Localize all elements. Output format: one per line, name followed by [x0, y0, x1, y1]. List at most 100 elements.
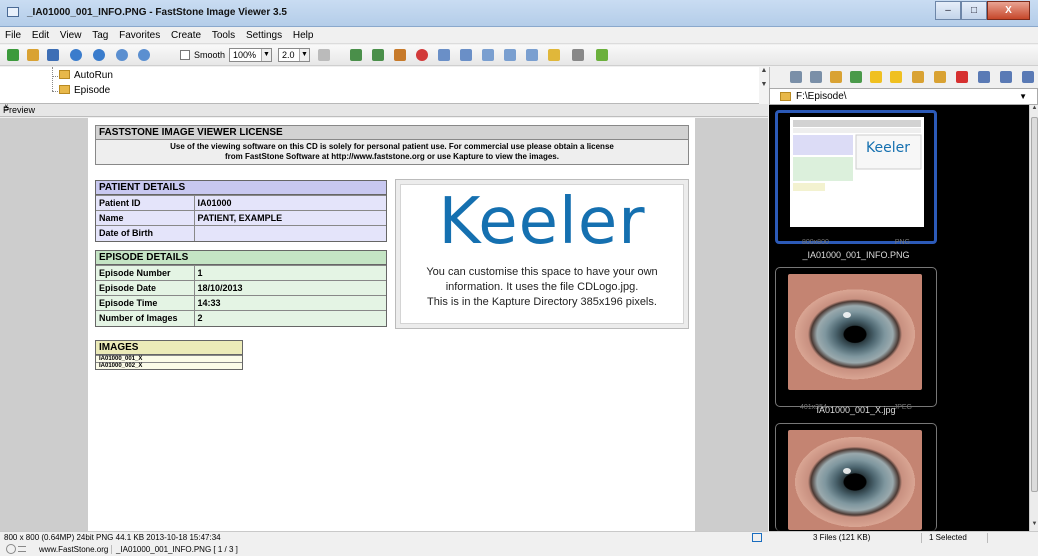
- thumbnail-panel: Keeler 800x800 PNG _IA01000_001_INFO.PNG…: [769, 105, 1029, 531]
- thumbnail-name[interactable]: IA01000_001_X.jpg: [775, 405, 937, 415]
- back-icon[interactable]: [790, 71, 802, 83]
- crop-icon[interactable]: [372, 49, 384, 61]
- window-controls: – □ X: [935, 1, 1030, 20]
- parent-folder-icon[interactable]: [830, 71, 842, 83]
- gear-icon[interactable]: [6, 544, 16, 554]
- field-label: Date of Birth: [96, 225, 195, 241]
- fit-window-icon[interactable]: [752, 533, 762, 542]
- zoom-in-icon[interactable]: [116, 49, 128, 61]
- chevron-down-icon[interactable]: ▼: [261, 49, 271, 61]
- slideshow-icon[interactable]: [526, 49, 538, 61]
- copy-to-icon[interactable]: [912, 71, 924, 83]
- resize-icon[interactable]: [504, 49, 516, 61]
- hand-tool-icon[interactable]: [318, 49, 330, 61]
- episode-table: Episode Number 1 Episode Date 18/10/2013 E…: [96, 265, 386, 326]
- preview-header: Preview ≚: [0, 104, 768, 117]
- field-label: Episode Date: [96, 280, 195, 296]
- gamma-select[interactable]: 2.0 ▼: [278, 48, 310, 62]
- logo-caption: You can customise this space to have you…: [426, 266, 658, 278]
- zoom-out-icon[interactable]: [138, 49, 150, 61]
- thumbnail-item[interactable]: [775, 423, 937, 531]
- grid-view-icon[interactable]: [1000, 71, 1012, 83]
- menu-settings[interactable]: Settings: [241, 27, 285, 41]
- chevron-down-icon[interactable]: ≚: [3, 104, 764, 113]
- menu-view[interactable]: View: [55, 27, 85, 41]
- email-icon[interactable]: [548, 49, 560, 61]
- details-view-icon[interactable]: [1022, 71, 1034, 83]
- smooth-label: Smooth: [194, 50, 226, 60]
- menu-file[interactable]: File: [0, 27, 24, 41]
- menu-create[interactable]: Create: [166, 27, 204, 41]
- tree-item-autorun[interactable]: AutoRun: [59, 70, 113, 81]
- maximize-button[interactable]: □: [961, 1, 987, 20]
- new-folder-icon[interactable]: [890, 71, 902, 83]
- thumbnail-type: PNG: [894, 239, 910, 246]
- table-row: Episode Number 1: [96, 265, 386, 281]
- browser-icon[interactable]: [7, 49, 19, 61]
- forward-icon[interactable]: [810, 71, 822, 83]
- scroll-thumb[interactable]: [1031, 117, 1038, 492]
- scroll-up-icon[interactable]: ▲: [1030, 105, 1038, 115]
- menu-icon[interactable]: [18, 546, 26, 552]
- thumbnail-image: Keeler: [790, 117, 924, 227]
- folder-icon: [59, 70, 70, 79]
- thumbnail-item[interactable]: 401x354 JPEG: [775, 267, 937, 411]
- thumbnail-scrollbar[interactable]: ▲ ▼: [1029, 105, 1038, 531]
- list-item: IA01000_002_X: [96, 362, 242, 369]
- favorites-icon[interactable]: [870, 71, 882, 83]
- compare-icon[interactable]: [482, 49, 494, 61]
- move-to-icon[interactable]: [934, 71, 946, 83]
- settings-icon[interactable]: [596, 49, 608, 61]
- thumbnails-icon[interactable]: [978, 71, 990, 83]
- rotate-left-icon[interactable]: [438, 49, 450, 61]
- field-label: Episode Time: [96, 295, 195, 311]
- divider: [987, 533, 988, 543]
- field-value: 1: [194, 265, 386, 281]
- draw-icon[interactable]: [394, 49, 406, 61]
- folder-icon: [59, 85, 70, 94]
- table-row: Patient ID IA01000: [96, 195, 386, 211]
- save-icon[interactable]: [47, 49, 59, 61]
- folder-tree: AutoRun Episode: [0, 67, 768, 104]
- close-button[interactable]: X: [987, 1, 1030, 20]
- app-icon[interactable]: [7, 7, 19, 17]
- actual-size-icon[interactable]: [350, 49, 362, 61]
- zoom-select[interactable]: 100% ▼: [229, 48, 272, 62]
- patient-table: Patient ID IA01000 Name PATIENT, EXAMPLE D…: [96, 195, 386, 241]
- scroll-down-icon[interactable]: ▼: [1030, 521, 1038, 531]
- delete-icon[interactable]: [956, 71, 968, 83]
- menu-tools[interactable]: Tools: [207, 27, 238, 41]
- path-combo[interactable]: F:\Episode\ ▼: [769, 88, 1038, 105]
- menu-favorites[interactable]: Favorites: [114, 27, 163, 41]
- eye-thumbnail-image: [788, 274, 922, 390]
- minimize-button[interactable]: –: [935, 1, 961, 20]
- field-value: [194, 225, 386, 241]
- chevron-down-icon[interactable]: ▼: [299, 49, 309, 61]
- tree-scrollbar[interactable]: ▲ ▼: [759, 67, 769, 104]
- field-label: Number of Images: [96, 310, 195, 326]
- next-icon[interactable]: [93, 49, 105, 61]
- path-value: F:\Episode\: [796, 91, 847, 102]
- previous-icon[interactable]: [70, 49, 82, 61]
- svg-text:Keeler: Keeler: [866, 140, 910, 156]
- chevron-down-icon[interactable]: ▼: [1019, 92, 1027, 101]
- print-icon[interactable]: [572, 49, 584, 61]
- red-eye-icon[interactable]: [416, 49, 428, 61]
- tree-connector: [52, 67, 53, 91]
- website-link[interactable]: www.FastStone.org: [39, 545, 108, 554]
- tree-item-episode[interactable]: Episode: [59, 85, 110, 96]
- field-label: Episode Number: [96, 265, 195, 281]
- open-folder-icon[interactable]: [27, 49, 39, 61]
- thumbnail-name[interactable]: _IA01000_001_INFO.PNG: [775, 250, 937, 260]
- rotate-right-icon[interactable]: [460, 49, 472, 61]
- menu-edit[interactable]: Edit: [27, 27, 52, 41]
- menu-tag[interactable]: Tag: [87, 27, 111, 41]
- list-item: IA01000_001_X: [96, 355, 242, 362]
- image-preview[interactable]: FASTSTONE IMAGE VIEWER LICENSE Use of th…: [0, 118, 768, 531]
- thumbnail-item[interactable]: Keeler 800x800 PNG: [775, 110, 937, 246]
- refresh-icon[interactable]: [850, 71, 862, 83]
- license-line: Use of the viewing software on this CD i…: [170, 142, 614, 151]
- menu-help[interactable]: Help: [288, 27, 317, 41]
- patient-details: PATIENT DETAILS Patient ID IA01000 Name PA…: [95, 180, 387, 242]
- smooth-checkbox[interactable]: [180, 50, 190, 60]
